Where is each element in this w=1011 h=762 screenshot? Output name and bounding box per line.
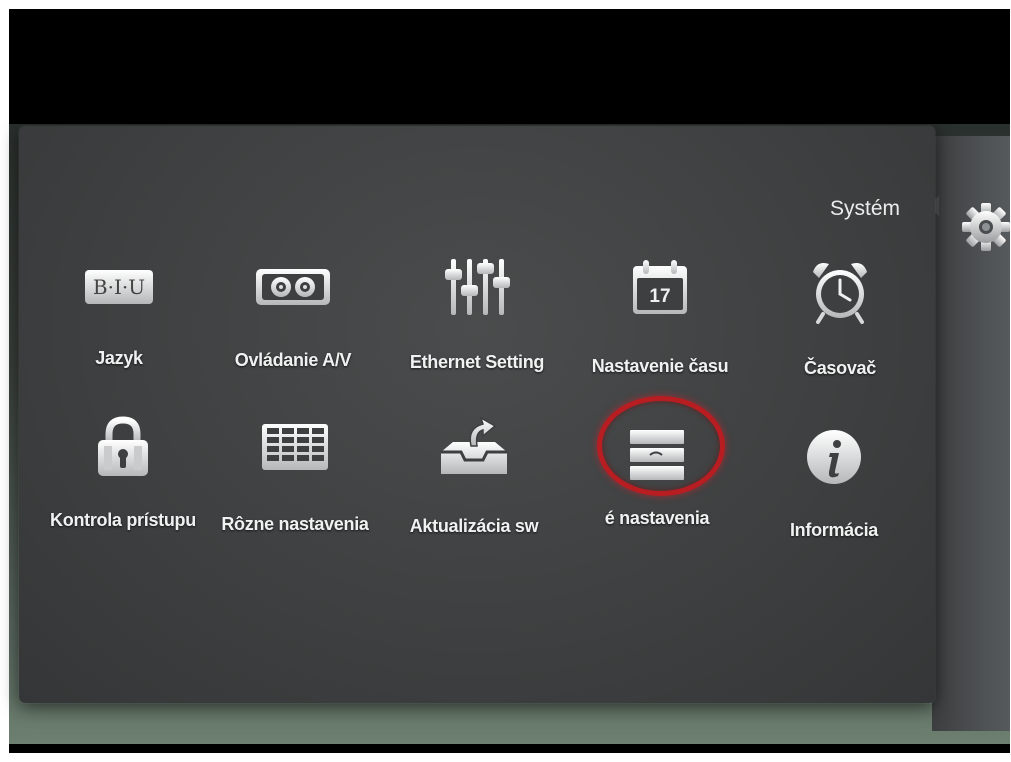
page-title: Systém [829,197,900,220]
menu-item-casovac[interactable]: Časovač [755,256,925,396]
padlock-icon [83,412,163,482]
menu-item-label: Aktualizácia sw [409,516,539,536]
menu-item-e-nastavenia[interactable]: é nastavenia [572,420,742,560]
menu-item-label: Informácia [789,520,879,540]
menu-item-ethernet-setting[interactable]: Ethernet Setting [392,252,562,392]
av-connector-icon [253,252,333,322]
menu-item-label: Ethernet Setting [409,352,545,372]
info-icon [794,422,874,492]
menu-item-kontrola-pristupu[interactable]: Kontrola prístupu [38,412,208,552]
calendar-day: 17 [649,286,670,307]
menu-item-ovladanie-av[interactable]: Ovládanie A/V [208,252,378,392]
menu-item-nastavenie-casu[interactable]: 17 Nastavenie času [575,252,745,392]
menu-item-rozne-nastavenia[interactable]: Rôzne nastavenia [210,412,380,552]
menu-item-jazyk[interactable]: B·I·U Jazyk [34,252,204,392]
svg-text:B·I·U: B·I·U [93,275,145,299]
language-icon: B·I·U [79,252,159,322]
alarm-clock-icon [800,256,880,326]
list-panel-icon [617,420,697,490]
menu-item-label: Ovládanie A/V [234,350,352,370]
grid-table-icon [255,412,335,482]
software-update-icon [434,412,514,482]
calendar-icon: 17 [620,252,700,322]
menu-item-aktualizacia-sw[interactable]: Aktualizácia sw [389,412,559,552]
menu-item-label: Nastavenie času [591,356,729,376]
menu-item-informacia[interactable]: Informácia [749,422,919,562]
menu-item-label: Časovač [804,358,876,378]
equalizer-sliders-icon [437,252,517,322]
gear-icon[interactable] [962,200,1010,254]
